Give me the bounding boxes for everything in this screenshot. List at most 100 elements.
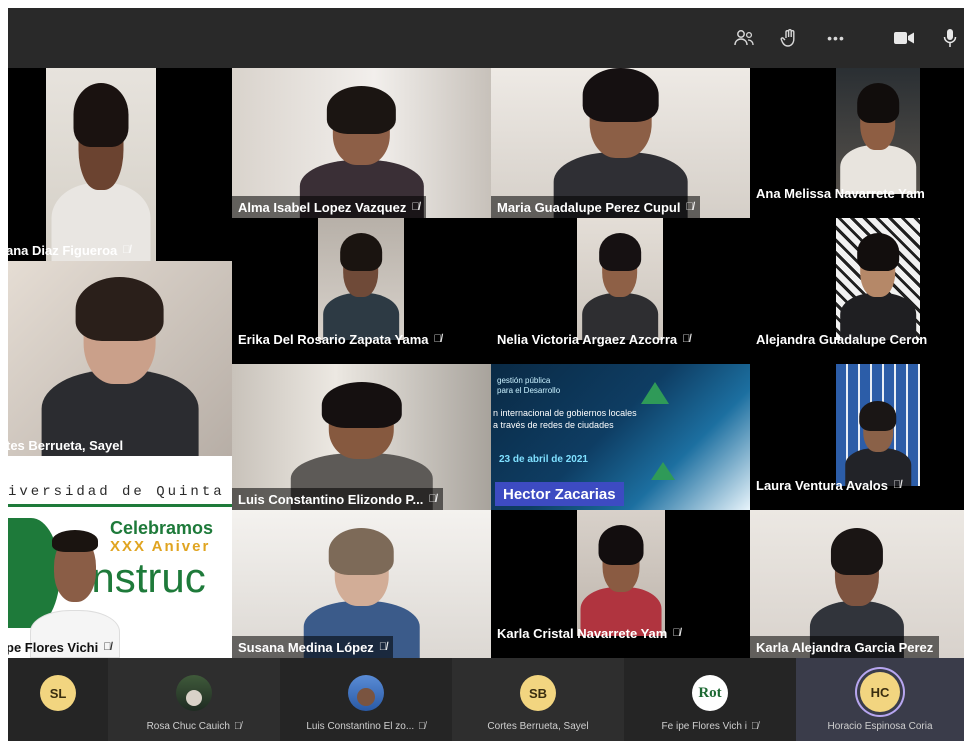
participant-name-text: Hector Zacarias — [503, 485, 616, 503]
avatar: SB — [520, 675, 556, 711]
mic-muted-icon: 🎙̸ — [233, 721, 242, 732]
participant-item[interactable]: HC Horacio Espinosa Coria — [796, 658, 964, 741]
participant-name: Ana Melissa Navarrete Yam — [750, 182, 931, 204]
participant-name: Nelia Victoria Argaez Azcorra 🎙̸ — [491, 328, 696, 350]
avatar: SL — [40, 675, 76, 711]
participant-name-text: Erika Del Rosario Zapata Yama — [238, 331, 429, 347]
mic-muted-icon: 🎙̸ — [378, 641, 388, 653]
banner-celebration-text: Celebramos — [110, 518, 214, 538]
mic-muted-icon: 🎙̸ — [418, 721, 426, 732]
video-feed: iversidad de Quinta Celebramos XXX Anive… — [8, 456, 232, 658]
poster-triangle — [651, 462, 675, 480]
participant-name: Maria Guadalupe Perez Cupul 🎙̸ — [491, 196, 700, 218]
video-grid: ana Diaz Figueroa 🎙̸ tes Berrueta, Sayel … — [8, 68, 964, 658]
participant-name-text: ana Diaz Figueroa — [8, 242, 118, 258]
participants-strip: SL Rosa Chuc Cauich 🎙̸ Luis Constantino E… — [8, 658, 964, 741]
poster-text: para el Desarrollo — [497, 386, 561, 395]
participant-name: Alma Isabel Lopez Vazquez 🎙̸ — [232, 196, 426, 218]
participant-name-text: Karla Cristal Navarrete Yam — [497, 625, 668, 641]
raise-hand-icon[interactable] — [774, 22, 806, 54]
participant-name-text: Cortes Berrueta, Sayel — [487, 721, 589, 732]
video-tile[interactable]: Nelia Victoria Argaez Azcorra 🎙̸ — [491, 218, 750, 364]
participant-item[interactable]: SB Cortes Berrueta, Sayel — [452, 658, 624, 741]
video-tile[interactable]: Luis Constantino Elizondo P... 🎙̸ — [232, 364, 491, 510]
participant-name: Karla Cristal Navarrete Yam 🎙̸ — [491, 622, 687, 644]
participants-icon[interactable] — [728, 22, 760, 54]
participant-name-text: Luis Constantino El zo... — [306, 721, 415, 732]
participant-name-text: Nelia Victoria Argaez Azcorra — [497, 331, 678, 347]
video-tile[interactable]: Alma Isabel Lopez Vazquez 🎙̸ — [232, 68, 491, 218]
video-feed — [318, 218, 404, 340]
video-tile[interactable]: Karla Cristal Navarrete Yam 🎙̸ — [491, 510, 750, 658]
mic-muted-icon: 🎙̸ — [892, 479, 902, 491]
participant-name-text: Alejandra Guadalupe Ceron — [756, 331, 928, 347]
video-tile[interactable]: Ana Melissa Navarrete Yam — [750, 68, 964, 218]
video-tile[interactable]: ana Diaz Figueroa 🎙̸ — [8, 68, 232, 261]
mic-muted-icon: 🎙̸ — [433, 333, 442, 345]
meeting-window: ••• ana Diaz Figueroa 🎙̸ tes Berrueta, Sa… — [8, 8, 964, 741]
mic-muted-icon: 🎙̸ — [750, 721, 759, 732]
participant-name-text: Luis Constantino Elizondo P... — [238, 491, 424, 507]
video-tile[interactable]: gestión pública para el Desarrollo n int… — [491, 364, 750, 510]
participant-item[interactable]: Rot Fe ipe Flores Vich i 🎙̸ — [624, 658, 796, 741]
video-tile[interactable]: Susana Medina López 🎙̸ — [232, 510, 491, 658]
poster-text: n internacional de gobiernos locales — [493, 408, 637, 418]
video-tile[interactable]: Laura Ventura Avalos 🎙̸ — [750, 364, 964, 510]
avatar-initials: SB — [528, 685, 548, 701]
video-tile[interactable]: Karla Alejandra Garcia Perez — [750, 510, 964, 658]
participant-name: Susana Medina López 🎙̸ — [232, 636, 394, 658]
participant-name-text: Fe ipe Flores Vich i — [661, 721, 747, 732]
video-feed — [836, 218, 920, 340]
participant-name: Karla Alejandra Garcia Perez — [750, 636, 940, 658]
avatar-initials: SL — [49, 685, 67, 701]
participant-name-text: Ana Melissa Navarrete Yam — [756, 185, 925, 201]
mic-muted-icon: 🎙̸ — [428, 493, 437, 505]
poster-text: gestión pública — [497, 376, 551, 385]
participant-name-text: Horacio Espinosa Coria — [827, 721, 933, 732]
avatar — [348, 675, 384, 711]
mic-muted-icon: 🎙̸ — [103, 641, 112, 653]
microphone-icon[interactable] — [934, 22, 964, 54]
participant-item[interactable]: Luis Constantino El zo... 🎙̸ — [280, 658, 452, 741]
participant-name: Erika Del Rosario Zapata Yama 🎙̸ — [232, 328, 448, 350]
video-feed — [836, 68, 920, 194]
avatar-speaking: HC — [860, 672, 900, 712]
participant-name: Luis Constantino Elizondo P... 🎙̸ — [232, 488, 443, 510]
participant-item[interactable]: Rosa Chuc Cauich 🎙̸ — [108, 658, 280, 741]
participant-name: Laura Ventura Avalos 🎙̸ — [750, 474, 907, 496]
meeting-toolbar: ••• — [8, 8, 964, 68]
video-tile[interactable]: iversidad de Quinta Celebramos XXX Anive… — [8, 456, 232, 658]
participant-name-text: Susana Medina López — [238, 639, 374, 655]
poster-text: a través de redes de ciudades — [493, 420, 614, 430]
camera-icon[interactable] — [888, 22, 920, 54]
participant-name: tes Berrueta, Sayel — [8, 434, 129, 456]
logo-text: Rot — [698, 684, 722, 701]
participant-item[interactable]: SL — [8, 658, 108, 741]
participant-name: pe Flores Vichi 🎙̸ — [8, 636, 118, 658]
video-feed — [46, 68, 156, 261]
participant-name-text: pe Flores Vichi — [8, 639, 99, 655]
video-tile[interactable]: Alejandra Guadalupe Ceron — [750, 218, 964, 364]
mic-muted-icon: 🎙̸ — [672, 627, 681, 639]
participant-name-text: Maria Guadalupe Perez Cupul — [497, 199, 681, 215]
banner-university-text: iversidad de Quinta — [8, 484, 225, 500]
participant-name: ana Diaz Figueroa 🎙̸ — [8, 239, 137, 261]
participant-name: Alejandra Guadalupe Ceron — [750, 328, 933, 350]
video-tile[interactable]: tes Berrueta, Sayel — [8, 261, 232, 456]
avatar-logo: Rot — [692, 675, 728, 711]
participant-name-text: Karla Alejandra Garcia Perez — [756, 639, 934, 655]
video-feed — [577, 218, 663, 340]
video-feed — [577, 510, 665, 636]
mic-muted-icon: 🎙̸ — [411, 201, 420, 213]
poster-triangle — [641, 382, 669, 404]
participant-name-text: Laura Ventura Avalos — [756, 477, 888, 493]
poster-date: 23 de abril de 2021 — [499, 454, 588, 465]
avatar — [176, 675, 212, 711]
more-options-icon[interactable]: ••• — [820, 22, 852, 54]
video-tile[interactable]: Erika Del Rosario Zapata Yama 🎙̸ — [232, 218, 491, 364]
video-feed — [8, 261, 232, 456]
participant-name: Hector Zacarias — [495, 482, 624, 506]
video-tile[interactable]: Maria Guadalupe Perez Cupul 🎙̸ — [491, 68, 750, 218]
participant-name-text: Rosa Chuc Cauich — [146, 721, 230, 732]
mic-muted-icon: 🎙̸ — [685, 201, 694, 213]
